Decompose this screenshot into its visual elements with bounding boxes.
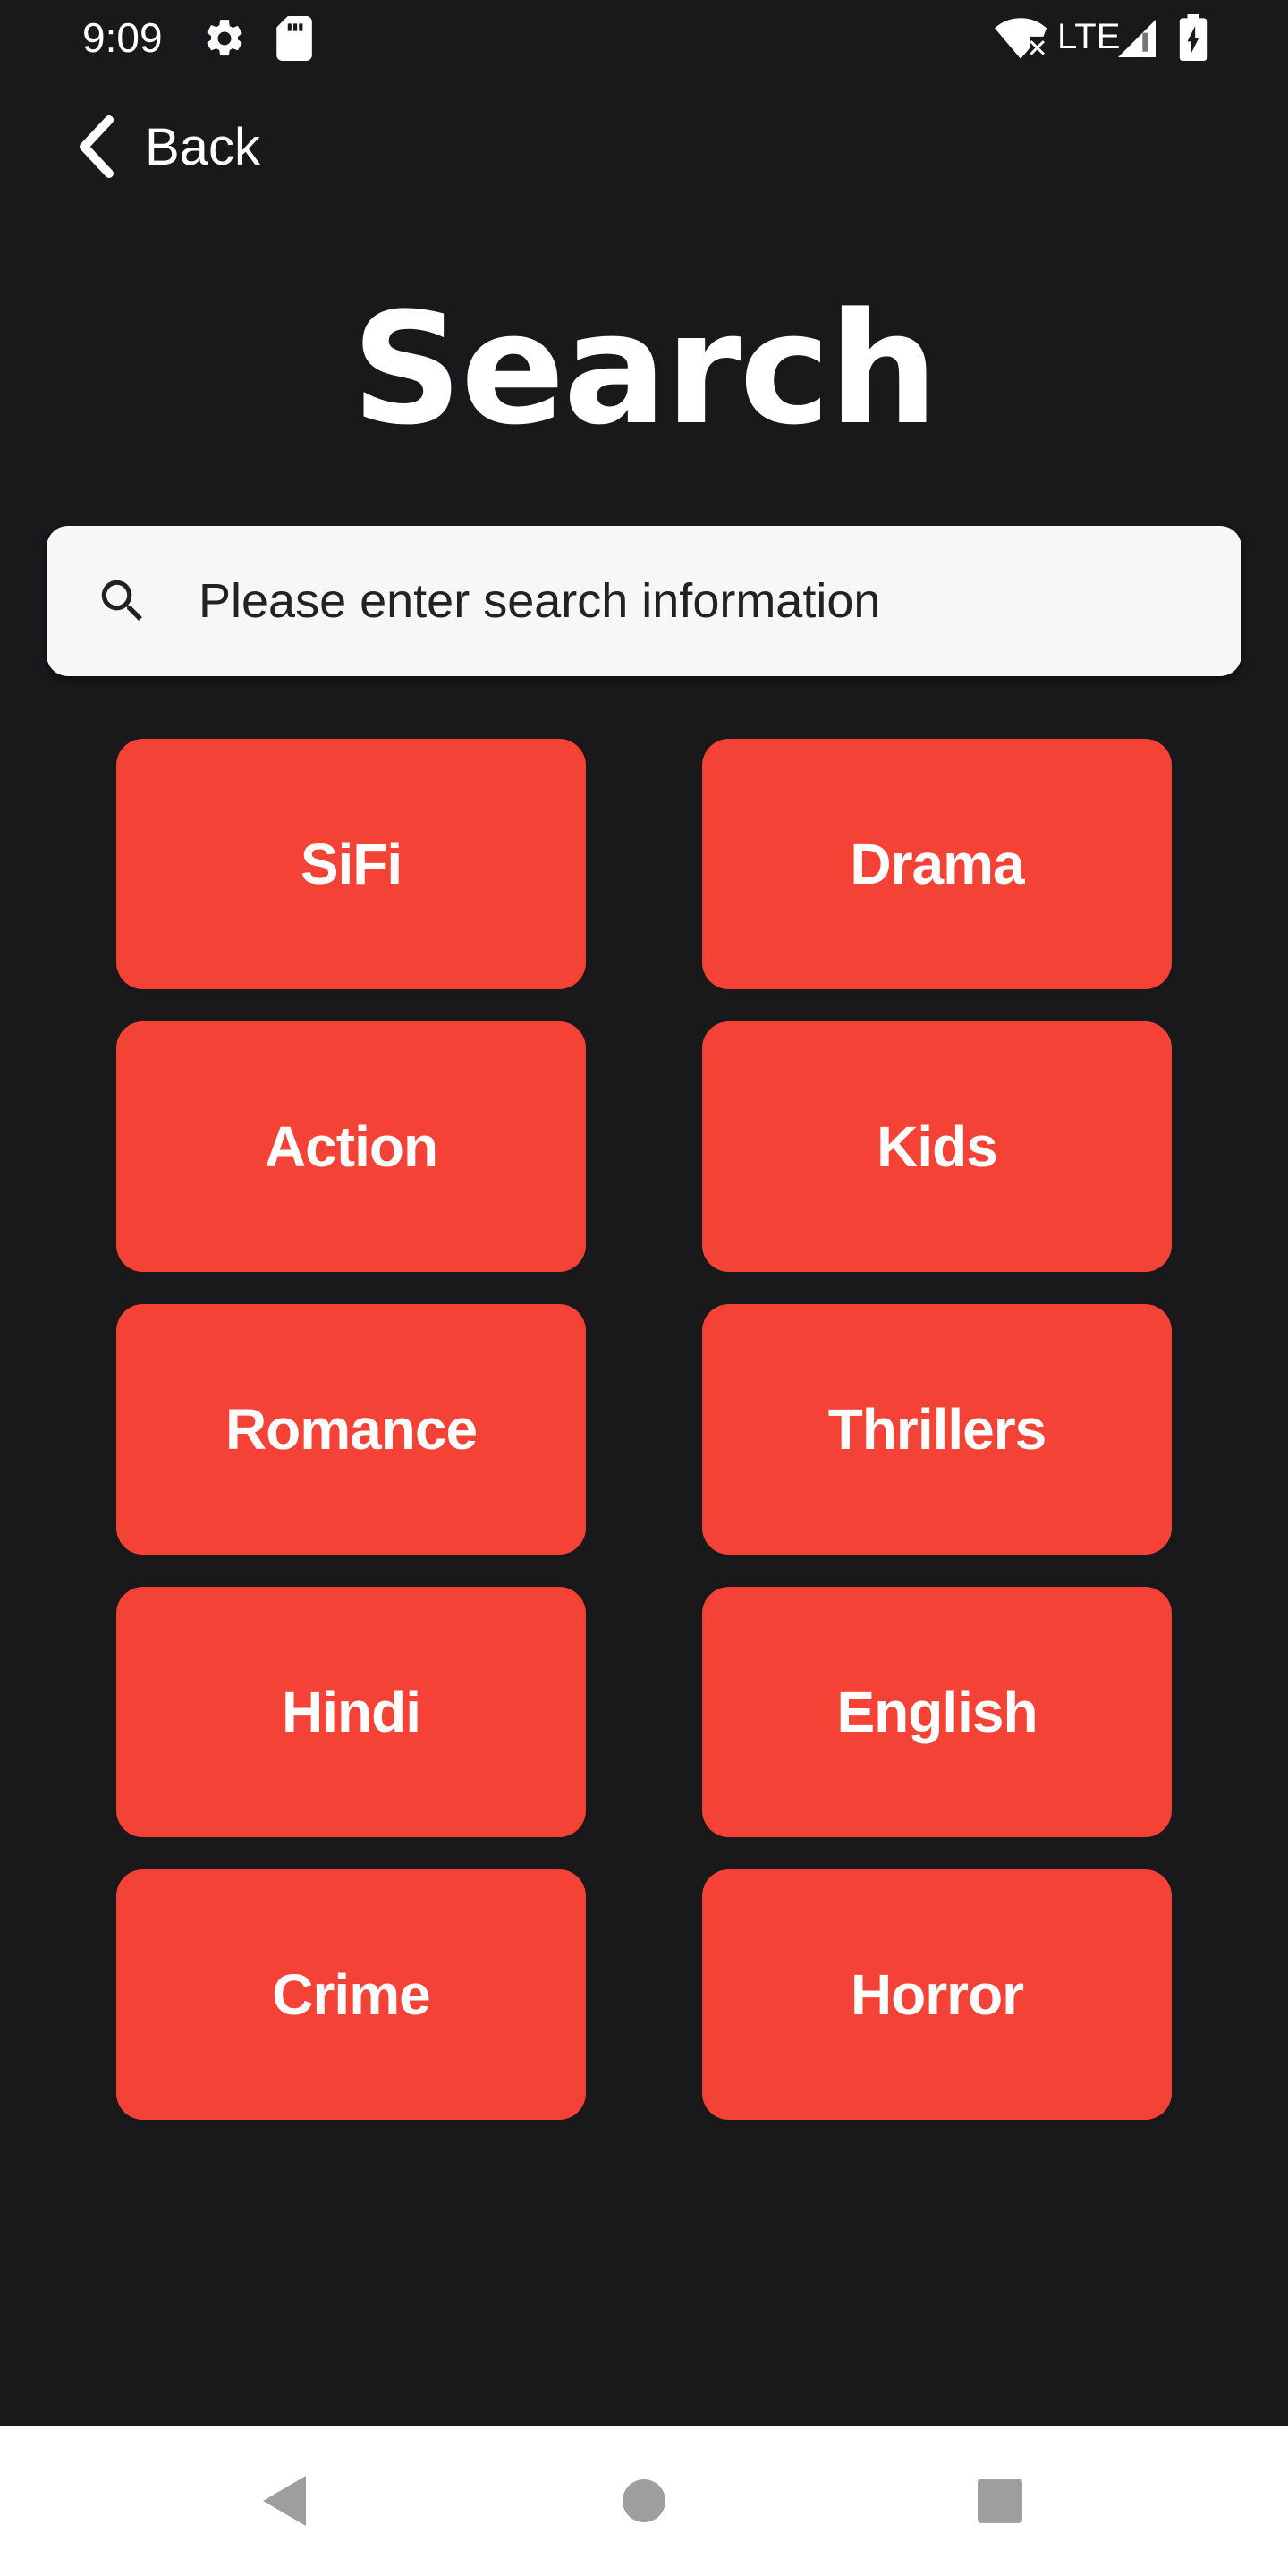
genre-label: English [836, 1680, 1038, 1744]
genre-tile-hindi[interactable]: Hindi [116, 1587, 586, 1837]
genre-tile-horror[interactable]: Horror [702, 1869, 1172, 2120]
genre-label: Romance [225, 1397, 478, 1462]
search-screen: 9:09 LTE Back Search Please enter search… [0, 0, 1288, 2576]
cell-signal-icon [1118, 20, 1156, 57]
genre-tile-thrillers[interactable]: Thrillers [702, 1304, 1172, 1555]
genre-tile-crime[interactable]: Crime [116, 1869, 586, 2120]
recents-square-icon [978, 2479, 1022, 2523]
genre-tile-english[interactable]: English [702, 1587, 1172, 1837]
nav-home-button[interactable] [555, 2426, 733, 2576]
genre-tile-sifi[interactable]: SiFi [116, 739, 586, 989]
search-input[interactable] [197, 526, 1241, 676]
genre-tile-drama[interactable]: Drama [702, 739, 1172, 989]
network-type: LTE [1057, 17, 1121, 56]
search-icon [101, 580, 142, 621]
status-time: 9:09 [82, 14, 163, 61]
genre-label: SiFi [300, 832, 402, 896]
nav-back-button[interactable] [195, 2426, 374, 2576]
genre-tile-kids[interactable]: Kids [702, 1021, 1172, 1272]
gear-icon [207, 20, 242, 56]
chevron-left-icon [80, 115, 114, 178]
nav-recents-button[interactable] [911, 2426, 1089, 2576]
genre-grid: SiFi Drama Action Kids Romance Thrillers… [116, 739, 1172, 2120]
sd-card-icon [276, 16, 312, 61]
genre-tile-romance[interactable]: Romance [116, 1304, 586, 1555]
genre-label: Drama [850, 832, 1024, 896]
system-nav-bar [0, 2426, 1288, 2576]
page-title: Search [352, 279, 938, 459]
status-bar: 9:09 LTE [0, 0, 1288, 75]
back-button[interactable]: Back [77, 111, 260, 182]
battery-charging-icon [1179, 14, 1208, 61]
genre-label: Action [264, 1114, 438, 1179]
genre-label: Thrillers [827, 1397, 1047, 1462]
genre-label: Hindi [282, 1680, 421, 1744]
wifi-off-icon [995, 18, 1046, 59]
back-label: Back [145, 117, 260, 176]
genre-label: Crime [272, 1962, 430, 2027]
genre-label: Kids [877, 1114, 998, 1179]
genre-tile-action[interactable]: Action [116, 1021, 586, 1272]
back-triangle-icon [263, 2476, 306, 2526]
home-circle-icon [623, 2479, 665, 2522]
genre-label: Horror [850, 1962, 1024, 2027]
search-bar[interactable] [47, 526, 1241, 676]
